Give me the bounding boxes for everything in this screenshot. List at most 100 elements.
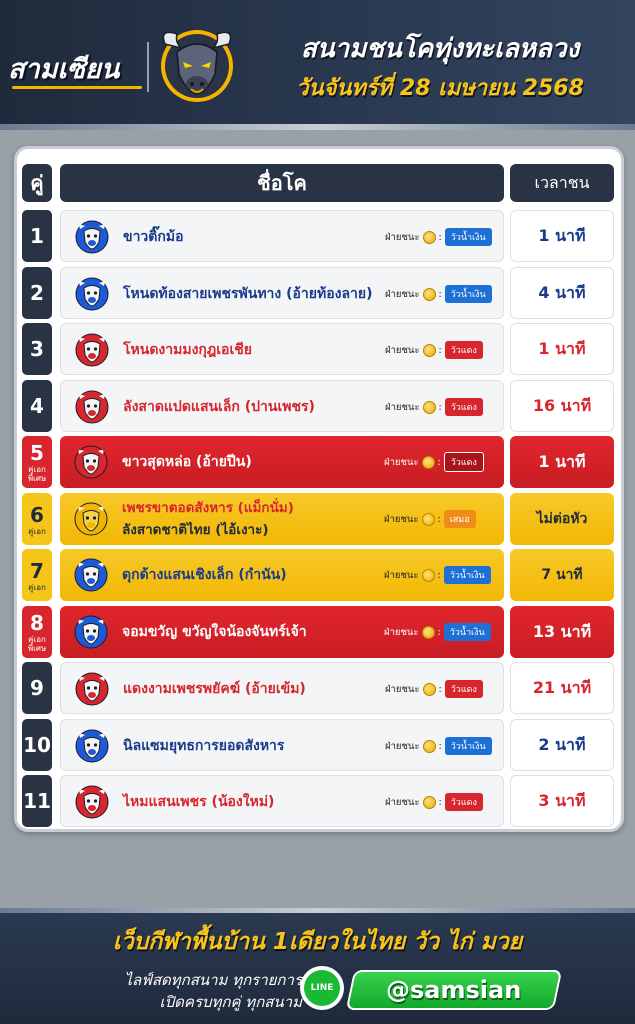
header-bull-name: ชื่อโค <box>60 164 504 202</box>
result-badge: วัวน้ำเงิน <box>444 228 492 246</box>
table-row[interactable]: ขาวสุดหล่อ (อ้ายปีน) ฝ่ายชนะ: วัวแดง <box>60 436 504 488</box>
pair-number-value: 7 <box>30 558 44 583</box>
winner-colon: : <box>438 231 442 243</box>
logo-underline <box>12 86 142 89</box>
header-pair-number: คู่ <box>22 164 52 202</box>
coin-icon <box>422 287 436 301</box>
pair-number: 11 <box>22 775 52 827</box>
winner-label: ฝ่ายชนะ <box>384 513 419 525</box>
pair-number-value: 8 <box>30 611 44 635</box>
winner-info: ฝ่ายชนะ: วัวแดง <box>385 324 505 376</box>
winner-colon: : <box>437 513 441 525</box>
table-row[interactable]: แดงงามเพชรพยัคฆ์ (อ้ายเข้ม) ฝ่ายชนะ: วัวแด… <box>60 662 504 714</box>
table-row[interactable]: เพชรขาตอดสังหาร (แม็กนั่ม) ลังสาดชาติไทย … <box>60 493 504 545</box>
brand-logo[interactable]: สามเซียน <box>8 46 146 90</box>
winner-colon: : <box>438 740 442 752</box>
result-badge: วัวแดง <box>444 680 483 698</box>
fight-time: ไม่ต่อหัว <box>510 493 614 545</box>
winner-label: ฝ่ายชนะ <box>384 626 419 638</box>
pair-number: 7 คู่เอก <box>22 549 52 601</box>
fight-time: 1 นาที <box>510 436 614 488</box>
table-row[interactable]: จอมขวัญ ขวัญใจน้องจันทร์เจ้า ฝ่ายชนะ: วัวน… <box>60 606 504 658</box>
result-badge: วัวแดง <box>444 341 483 359</box>
table-row[interactable]: โหนดท้องสายเพชรพันทาง (อ้ายท้องลาย) ฝ่ายช… <box>60 267 504 319</box>
pair-number: 6 คู่เอก <box>22 493 52 545</box>
winner-info: ฝ่ายชนะ: วัวน้ำเงิน <box>384 549 504 601</box>
coin-icon <box>422 230 436 244</box>
footer-tagline-1: ไลฟ์สดทุกสนาม ทุกรายการ <box>124 971 302 989</box>
logo-divider <box>147 42 149 92</box>
blue-bull-icon <box>75 277 109 311</box>
red-bull-icon <box>74 445 108 479</box>
winner-label: ฝ่ายชนะ <box>385 231 420 243</box>
bull-name-second: ลังสาดชาติไทย (ไอ้เงาะ) <box>122 522 269 538</box>
winner-label: ฝ่ายชนะ <box>385 401 420 413</box>
result-badge: วัวแดง <box>444 793 483 811</box>
result-badge: วัวน้ำเงิน <box>444 737 492 755</box>
winner-info: ฝ่ายชนะ: วัวแดง <box>385 381 505 433</box>
result-badge: วัวน้ำเงิน <box>444 285 492 303</box>
pair-number: 2 <box>22 267 52 319</box>
line-id-button[interactable]: @samsian <box>345 970 563 1010</box>
pair-number-value: 9 <box>30 676 44 700</box>
table-row[interactable]: ไหมแสนเพชร (น้องใหม่) ฝ่ายชนะ: วัวแดง <box>60 775 504 827</box>
result-badge: วัวน้ำเงิน <box>443 566 491 584</box>
coin-icon <box>421 625 435 639</box>
winner-info: ฝ่ายชนะ: เสมอ <box>384 493 504 545</box>
red-bull-icon <box>75 333 109 367</box>
pair-number-value: 6 <box>30 502 44 527</box>
pair-number: 5 คู่เอก พิเศษ <box>22 436 52 488</box>
footer-tagline-2: เปิดครบทุกคู่ ทุกสนาม <box>159 993 302 1011</box>
winner-label: ฝ่ายชนะ <box>385 344 420 356</box>
red-bull-icon <box>75 672 109 706</box>
header-fight-time: เวลาชน <box>510 164 614 202</box>
winner-colon: : <box>438 401 442 413</box>
footer-slogan: เว็บกีฬาพื้นบ้าน 1เดียวในไทย วัว ไก่ มวย <box>112 929 523 955</box>
winner-info: ฝ่ายชนะ: วัวน้ำเงิน <box>384 606 504 658</box>
table-row[interactable]: นิลแซมยุทธการยอดสังหาร ฝ่ายชนะ: วัวน้ำเงิน <box>60 719 504 771</box>
red-bull-icon <box>75 785 109 819</box>
coin-icon <box>422 682 436 696</box>
winner-colon: : <box>437 456 441 468</box>
pair-type-label: คู่เอก พิเศษ <box>27 465 47 483</box>
page-title: สนามชนโคทุ่งทะเลหลวง <box>300 34 580 64</box>
fight-time: 13 นาที <box>510 606 614 658</box>
pair-number-value: 1 <box>30 224 44 248</box>
bull-mascot-icon <box>161 30 233 102</box>
coin-icon <box>421 512 435 526</box>
result-badge: วัวแดง <box>444 398 483 416</box>
blue-bull-icon <box>75 220 109 254</box>
blue-bull-icon <box>74 615 108 649</box>
table-row[interactable]: ลังสาดแปดแสนเล็ก (ปานเพชร) ฝ่ายชนะ: วัวแดง <box>60 380 504 432</box>
fight-time: 1 นาที <box>510 210 614 262</box>
fight-time: 3 นาที <box>510 775 614 827</box>
bull-name: ดุกด้างแสนเชิงเล็ก (กำนัน) <box>122 567 287 583</box>
table-row[interactable]: โหนดงามมงกุฎเอเชีย ฝ่ายชนะ: วัวแดง <box>60 323 504 375</box>
pair-type-label: คู่เอก <box>28 582 46 592</box>
pair-number-value: 5 <box>30 441 44 465</box>
coin-icon <box>422 343 436 357</box>
line-id-label: @samsian <box>386 976 522 1004</box>
winner-colon: : <box>438 288 442 300</box>
red-bull-icon <box>75 390 109 424</box>
winner-info: ฝ่ายชนะ: วัวแดง <box>385 663 505 715</box>
table-row[interactable]: ดุกด้างแสนเชิงเล็ก (กำนัน) ฝ่ายชนะ: วัวน้ำ… <box>60 549 504 601</box>
table-row[interactable]: ขาวติ๊กม้อ ฝ่ายชนะ: วัวน้ำเงิน <box>60 210 504 262</box>
line-app-icon[interactable]: LINE <box>300 966 344 1010</box>
fight-time: 16 นาที <box>510 380 614 432</box>
pair-number-value: 3 <box>30 337 44 361</box>
winner-colon: : <box>438 344 442 356</box>
coin-icon <box>421 568 435 582</box>
winner-colon: : <box>438 683 442 695</box>
winner-colon: : <box>438 796 442 808</box>
result-badge: วัวน้ำเงิน <box>443 623 491 641</box>
pair-number: 4 <box>22 380 52 432</box>
winner-info: ฝ่ายชนะ: วัวน้ำเงิน <box>385 211 505 263</box>
fight-time: 4 นาที <box>510 267 614 319</box>
bull-name: ลังสาดแปดแสนเล็ก (ปานเพชร) <box>123 399 315 415</box>
winner-label: ฝ่ายชนะ <box>385 740 420 752</box>
fight-time: 2 นาที <box>510 719 614 771</box>
blue-bull-icon <box>75 729 109 763</box>
pair-number: 9 <box>22 662 52 714</box>
pair-number-value: 2 <box>30 281 44 305</box>
